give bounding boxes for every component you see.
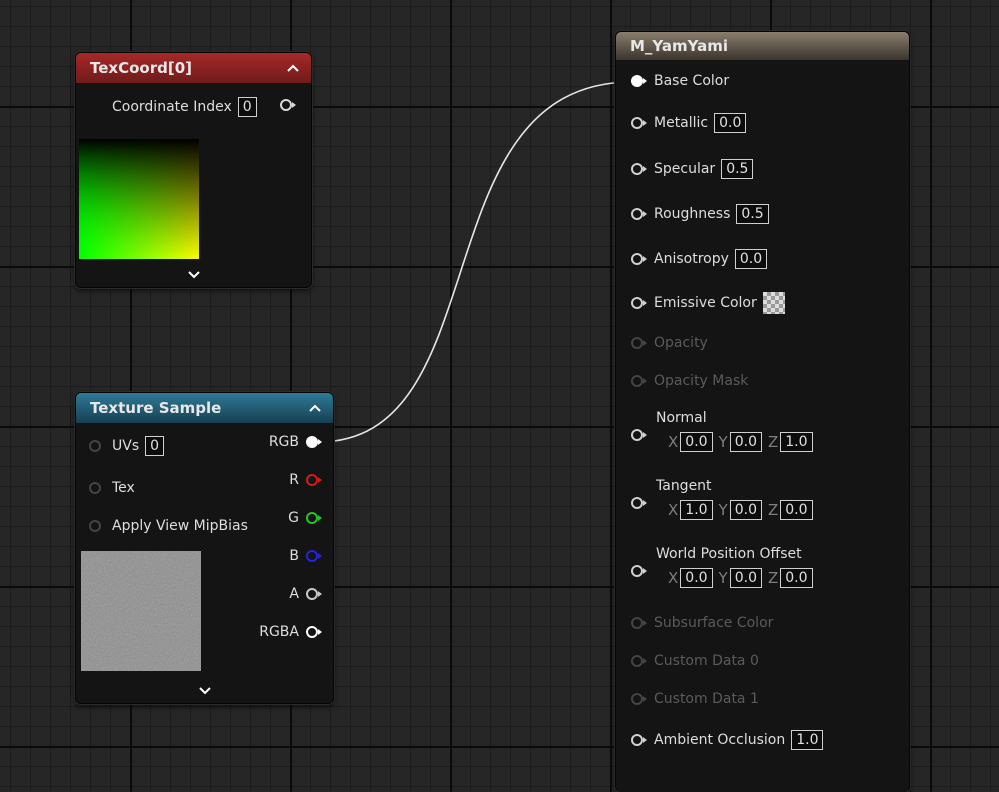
tex-input-pin[interactable] [88,481,102,495]
r-output-pin[interactable] [305,473,323,487]
metallic-field[interactable]: 0.0 [714,113,747,133]
chevron-down-icon[interactable] [186,267,202,283]
rgb-output-pin[interactable] [305,435,323,449]
roughness-pin[interactable] [630,207,648,221]
roughness-field[interactable]: 0.5 [736,204,769,224]
b-output-pin[interactable] [305,549,323,563]
ao-label: Ambient Occlusion [654,732,786,748]
opacity-mask-label: Opacity Mask [654,373,749,389]
material-title: M_YamYami [630,37,729,55]
texture-sample-title: Texture Sample [90,399,222,417]
emissive-label: Emissive Color [654,295,757,311]
specular-pin[interactable] [630,162,648,176]
chevron-up-icon[interactable] [285,60,301,76]
mipbias-label: Apply View MipBias [112,518,248,534]
subsurface-pin [630,616,648,630]
wpo-z-field[interactable]: 0.0 [780,568,813,588]
tangent-pin[interactable] [630,496,648,510]
chevron-up-icon[interactable] [307,400,323,416]
tangent-x-axis: X [668,501,679,519]
normal-x-field[interactable]: 0.0 [680,432,713,452]
tangent-x-field[interactable]: 1.0 [680,500,713,520]
opacity-pin [630,336,648,350]
wpo-z-axis: Z [767,569,779,587]
normal-y-axis: Y [718,433,728,451]
uvs-label: UVs [112,438,140,454]
custom-data-0-label: Custom Data 0 [654,653,759,669]
opacity-mask-pin [630,374,648,388]
a-output-label: A [289,586,299,602]
anisotropy-pin[interactable] [630,252,648,266]
custom-data-1-pin [630,692,648,706]
a-output-pin[interactable] [305,587,323,601]
opacity-label: Opacity [654,335,708,351]
anisotropy-label: Anisotropy [654,251,729,267]
tangent-label: Tangent [656,478,712,494]
ao-pin[interactable] [630,733,648,747]
material-header[interactable]: M_YamYami [616,32,909,60]
specular-field[interactable]: 0.5 [721,159,754,179]
rgb-output-label: RGB [268,434,299,450]
rgba-output-pin[interactable] [305,625,323,639]
r-output-label: R [289,472,299,488]
g-output-pin[interactable] [305,511,323,525]
specular-label: Specular [654,161,716,177]
tangent-z-field[interactable]: 0.0 [780,500,813,520]
tangent-y-axis: Y [718,501,728,519]
normal-x-axis: X [668,433,679,451]
texture-preview [81,551,201,671]
coordinate-index-field[interactable]: 0 [237,97,257,117]
custom-data-1-label: Custom Data 1 [654,691,759,707]
wpo-x-field[interactable]: 0.0 [680,568,713,588]
coordinate-index-label: Coordinate Index [112,99,232,115]
metallic-label: Metallic [654,115,709,131]
texcoord-title: TexCoord[0] [90,59,192,77]
chevron-down-icon[interactable] [197,683,213,699]
material-node[interactable]: M_YamYami Base Color Metallic 0.0 Specul… [615,31,910,792]
uvs-field[interactable]: 0 [145,436,165,456]
anisotropy-field[interactable]: 0.0 [734,249,768,269]
base-color-pin[interactable] [630,74,648,88]
metallic-pin[interactable] [630,116,648,130]
texcoord-node[interactable]: TexCoord[0] Coordinate Index 0 [75,52,312,288]
wpo-label: World Position Offset [656,546,802,562]
texture-sample-header[interactable]: Texture Sample [76,393,333,423]
rgba-output-label: RGBA [259,624,299,640]
texcoord-header[interactable]: TexCoord[0] [76,53,311,83]
tex-label: Tex [112,480,135,496]
tangent-y-field[interactable]: 0.0 [729,500,762,520]
wpo-x-axis: X [668,569,679,587]
tangent-z-axis: Z [767,501,779,519]
texcoord-preview [79,139,199,259]
roughness-label: Roughness [654,206,731,222]
wpo-y-field[interactable]: 0.0 [729,568,762,588]
mipbias-input-pin[interactable] [88,519,102,533]
emissive-color-swatch[interactable] [762,292,785,314]
normal-pin[interactable] [630,428,648,442]
normal-label: Normal [656,410,707,426]
wpo-y-axis: Y [718,569,728,587]
texcoord-output-pin[interactable] [279,98,296,112]
subsurface-label: Subsurface Color [654,615,774,631]
normal-y-field[interactable]: 0.0 [729,432,762,452]
base-color-label: Base Color [654,73,730,89]
emissive-pin[interactable] [630,296,648,310]
custom-data-0-pin [630,654,648,668]
ao-field[interactable]: 1.0 [791,730,824,750]
wpo-pin[interactable] [630,564,648,578]
uvs-input-pin[interactable] [88,439,102,453]
texture-sample-node[interactable]: Texture Sample UVs 0 Tex Apply View MipB… [75,392,334,704]
normal-z-field[interactable]: 1.0 [780,432,813,452]
normal-z-axis: Z [767,433,779,451]
b-output-label: B [289,548,299,564]
g-output-label: G [288,510,299,526]
